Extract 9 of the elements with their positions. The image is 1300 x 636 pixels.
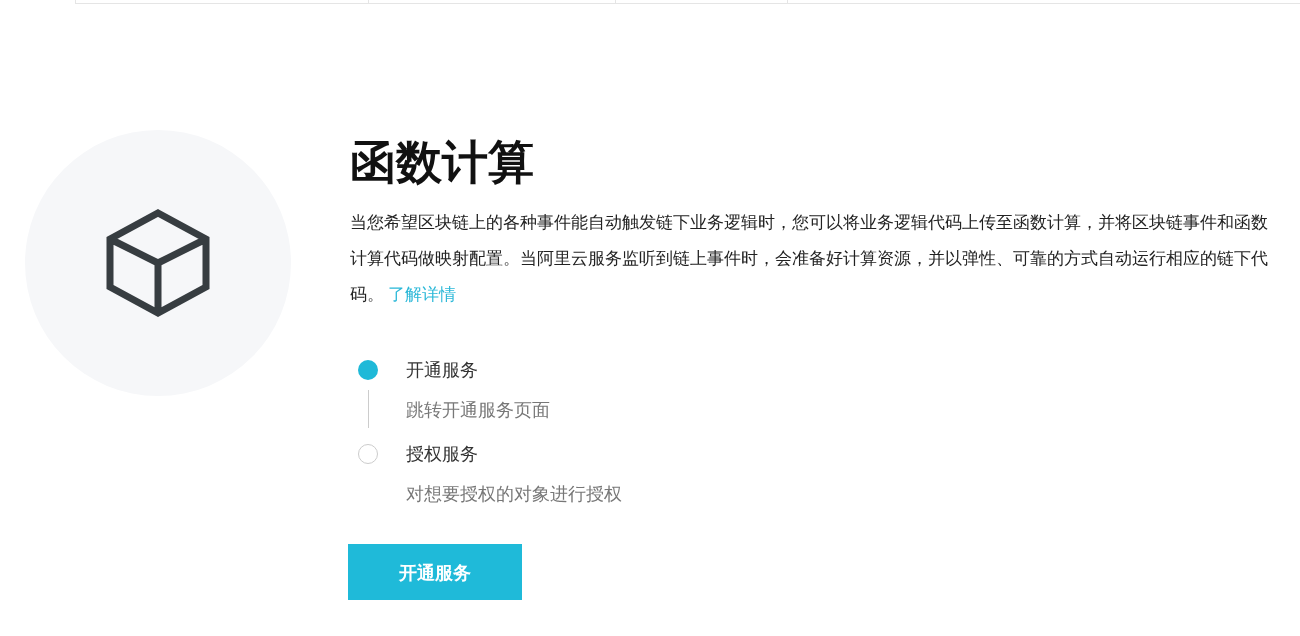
cube-icon: [106, 209, 210, 317]
page-title: 函数计算: [350, 134, 535, 191]
step-description: 跳转开通服务页面: [406, 398, 550, 422]
step-title: 开通服务: [406, 358, 479, 382]
step-title: 授权服务: [406, 442, 479, 466]
step-description: 对想要授权的对象进行授权: [406, 482, 622, 506]
learn-more-link[interactable]: 了解详情: [388, 284, 456, 304]
description: 当您希望区块链上的各种事件能自动触发链下业务逻辑时，您可以将业务逻辑代码上传至函数计算，并将区块链事件和函数计算代码做映射配置。当阿里云服务监听到链上事件时，会准备好计算资源，并以弹性、可靠的方式自动运行相应的链下代码。 了解详情: [350, 211, 1269, 306]
enable-service-button[interactable]: 开通服务: [348, 544, 522, 600]
